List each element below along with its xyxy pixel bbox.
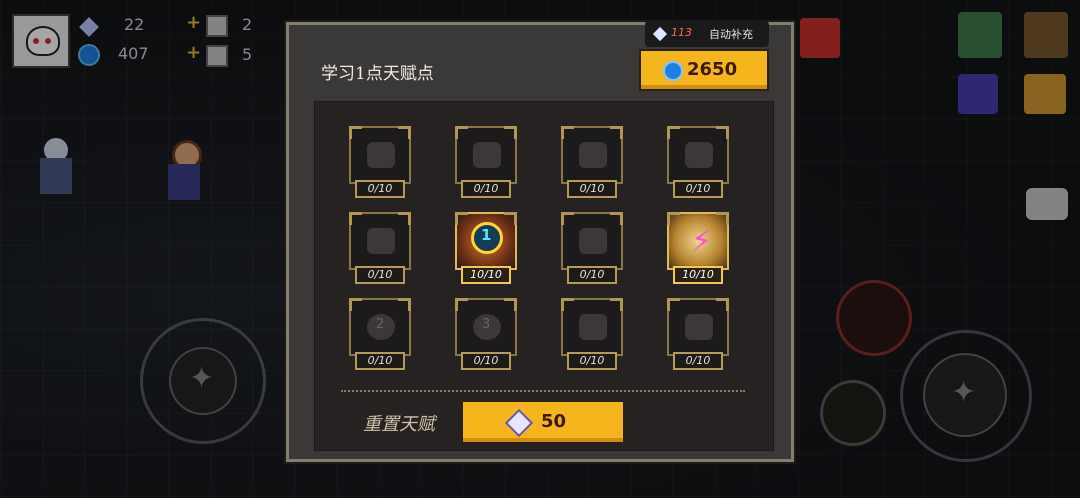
heart-icon [367,142,395,168]
talent-slot-heart[interactable]: 0/10 [348,126,414,202]
auto-refill-label: 自动补充 [709,28,753,41]
lightning-bolt-icon: ⚡ [691,224,713,259]
talent-slot-ring-1[interactable]: 1 10/10 [454,212,520,288]
reset-talent-label: 重置天赋 [363,414,435,435]
talent-panel: 113 自动补充 学习1点天赋点 2650 0/10 0/10 0/10 0/1… [286,21,794,462]
talent-grid: 0/10 0/10 0/10 0/10 0/10 1 10/10 0/10 ⚡ … [314,101,774,451]
talent-slot-drop[interactable]: 0/10 [666,126,732,202]
gem-icon [504,408,534,438]
sword-icon [473,142,501,168]
talent-slot-ring-2[interactable]: 2 0/10 [348,298,414,374]
talent-slot-skull[interactable]: 0/10 [560,298,626,374]
reset-cost: 50 [541,411,567,432]
eye-icon [685,314,713,340]
gem-count: 113 [671,26,692,39]
talent-slot-ring-3[interactable]: 3 0/10 [454,298,520,374]
gem-icon [652,26,668,42]
reset-talent-button[interactable]: 50 [461,400,625,444]
talent-slot-bomb[interactable]: 0/10 [348,212,414,288]
drop-icon [685,142,713,168]
talent-slot-eye[interactable]: 0/10 [666,298,732,374]
talent-slot-swirl[interactable]: 0/10 [560,126,626,202]
coin-icon [663,61,683,81]
divider [341,390,745,392]
skull-icon [579,314,607,340]
talent-slot-shield[interactable]: 0/10 [560,212,626,288]
gem-refill-bar[interactable]: 113 自动补充 [645,21,769,47]
swirl-icon [579,142,607,168]
coin-cost: 2650 [687,59,738,80]
bomb-icon [367,228,395,254]
panel-title: 学习1点天赋点 [321,64,434,84]
learn-talent-button[interactable]: 2650 [639,49,769,91]
talent-slot-sword[interactable]: 0/10 [454,126,520,202]
shield-icon [579,228,607,254]
talent-slot-lightning[interactable]: ⚡ 10/10 [666,212,732,288]
